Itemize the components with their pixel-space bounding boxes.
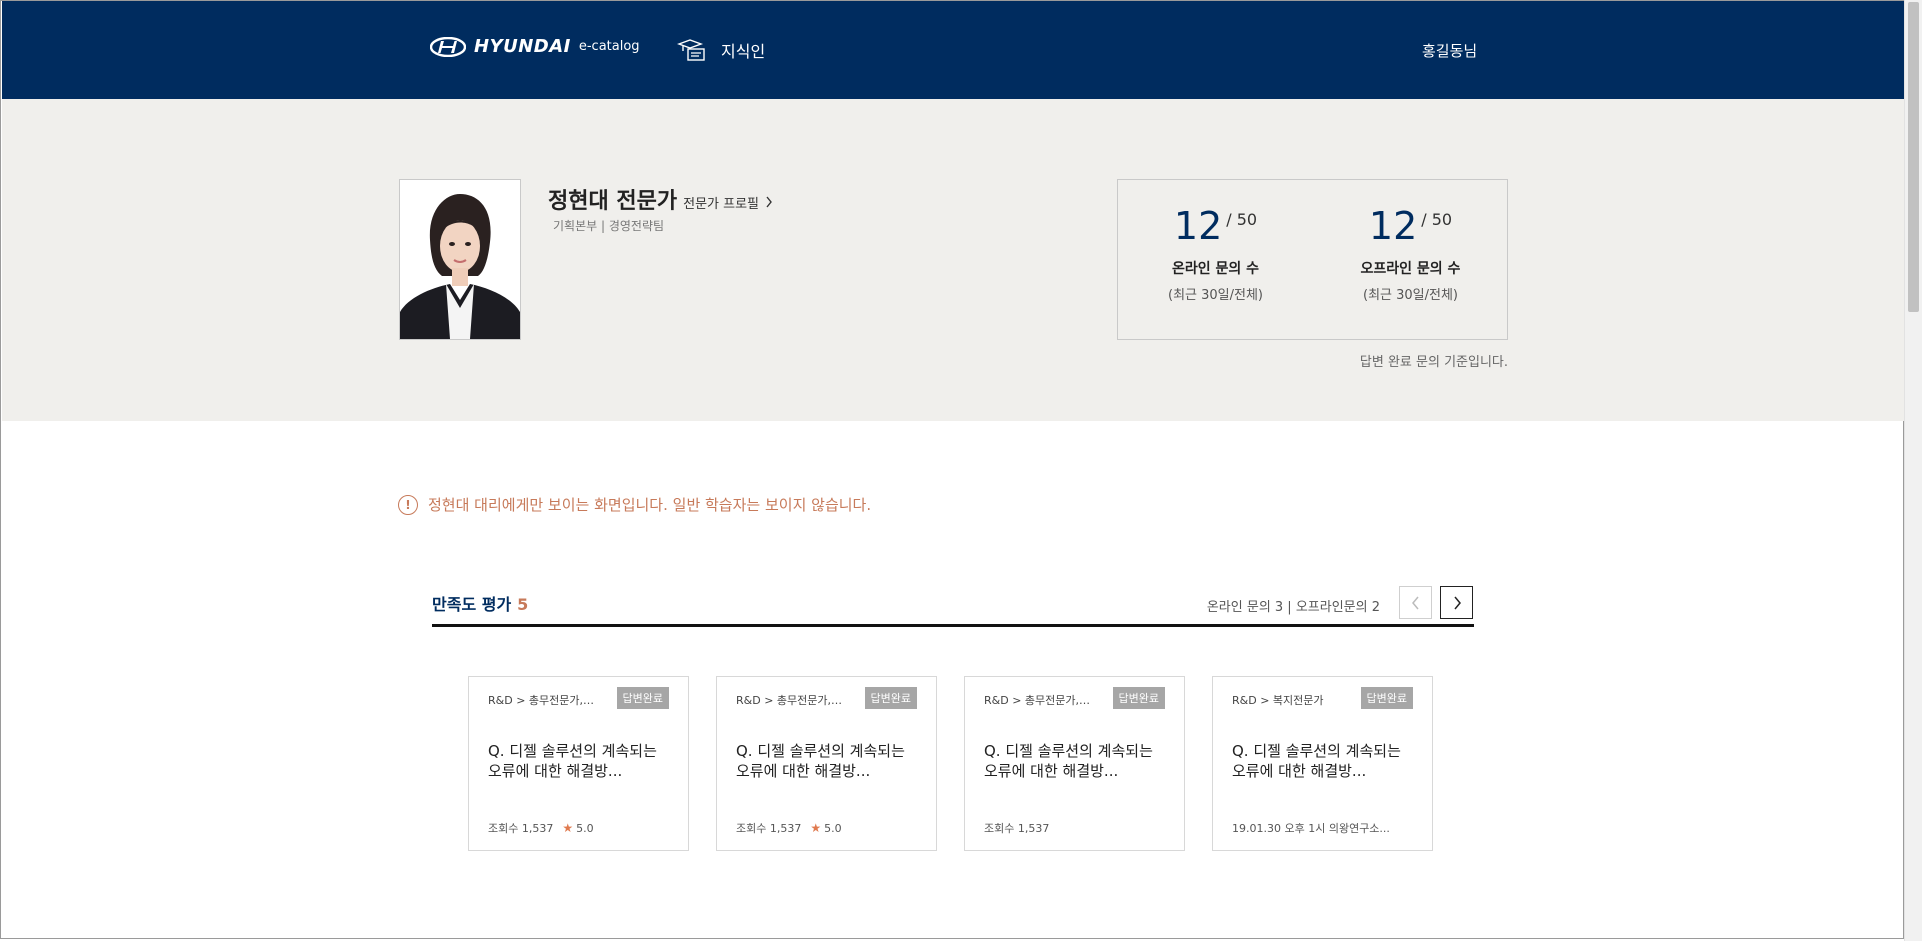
- exclamation-circle-icon: !: [398, 494, 418, 515]
- card-rating: 5.0: [824, 821, 842, 835]
- card-schedule: 19.01.30 오후 1시 의왕연구소...: [1232, 822, 1390, 835]
- offline-inquiry-count: 12: [1368, 204, 1418, 248]
- inquiry-card[interactable]: R&D > 복지전문가 답변완료 Q. 디젤 솔루션의 계속되는 오류에 대한 …: [1212, 676, 1433, 851]
- hyundai-logo-icon: [430, 36, 466, 57]
- visibility-notice: ! 정현대 대리에게만 보이는 화면입니다. 일반 학습자는 보이지 않습니다.: [398, 494, 871, 515]
- offline-inquiry-stat: 12 / 50 오프라인 문의 수 (최근 30일/전체): [1313, 180, 1508, 303]
- online-inquiry-total: / 50: [1226, 210, 1258, 229]
- offline-inquiry-total: / 50: [1421, 210, 1453, 229]
- stats-footnote: 답변 완료 문의 기준입니다.: [1359, 355, 1508, 370]
- inquiry-card[interactable]: R&D > 총무전문가,인사전문가 답변완료 Q. 디젤 솔루션의 계속되는 오…: [964, 676, 1185, 851]
- card-category: R&D > 총무전문가,인사전문가: [736, 694, 848, 707]
- expert-profile-link[interactable]: 전문가 프로필: [683, 193, 759, 212]
- brand-wordmark: HYUNDAI: [474, 36, 571, 57]
- card-footer: 19.01.30 오후 1시 의왕연구소...: [1232, 820, 1390, 836]
- expert-department: 기획본부 | 경영전략팀: [553, 219, 665, 233]
- inquiry-breakdown: 온라인 문의 3 | 오프라인문의 2: [1206, 600, 1380, 615]
- expert-photo: [399, 179, 521, 340]
- card-views: 조회수 1,537: [984, 822, 1050, 835]
- profile-banner: [2, 99, 1904, 421]
- offline-inquiry-period: (최근 30일/전체): [1363, 288, 1458, 303]
- graduation-cap-icon: [677, 39, 705, 61]
- card-question: Q. 디젤 솔루션의 계속되는 오류에 대한 해결방...: [736, 742, 905, 780]
- status-badge: 답변완료: [616, 687, 669, 709]
- expert-heading: 정현대 전문가 전문가 프로필: [548, 183, 773, 215]
- online-inquiry-period: (최근 30일/전체): [1168, 288, 1263, 303]
- status-badge: 답변완료: [864, 687, 917, 709]
- card-views: 조회수 1,537: [736, 822, 802, 835]
- card-footer: 조회수 1,537: [984, 820, 1049, 836]
- status-badge: 답변완료: [1112, 687, 1165, 709]
- offline-inquiry-label: 오프라인 문의 수: [1360, 261, 1461, 277]
- chevron-right-icon[interactable]: [765, 196, 773, 212]
- user-name[interactable]: 홍길동님: [1422, 40, 1477, 61]
- vertical-scrollbar[interactable]: [1904, 0, 1922, 941]
- nav-knowledge-in[interactable]: 지식인: [677, 38, 765, 62]
- star-icon: ★: [810, 821, 822, 835]
- section-divider: [432, 624, 1474, 627]
- card-views: 조회수 1,537: [488, 822, 554, 835]
- card-question: Q. 디젤 솔루션의 계속되는 오류에 대한 해결방...: [1232, 742, 1401, 780]
- online-inquiry-count: 12: [1173, 204, 1223, 248]
- brand-logo[interactable]: HYUNDAI e-catalog: [430, 36, 640, 57]
- card-rating: 5.0: [576, 821, 594, 835]
- card-footer: 조회수 1,537 ★ 5.0: [736, 820, 842, 836]
- satisfaction-count: 5: [517, 595, 529, 614]
- previous-page-button[interactable]: [1399, 586, 1432, 619]
- card-category: R&D > 총무전문가,인사전문가: [984, 694, 1096, 707]
- online-inquiry-label: 온라인 문의 수: [1171, 261, 1260, 277]
- status-badge: 답변완료: [1360, 687, 1413, 709]
- card-footer: 조회수 1,537 ★ 5.0: [488, 820, 594, 836]
- inquiry-card[interactable]: R&D > 총무전문가,인사전문가 답변완료 Q. 디젤 솔루션의 계속되는 오…: [716, 676, 937, 851]
- satisfaction-title-text: 만족도 평가: [432, 595, 512, 614]
- brand-subtitle: e-catalog: [578, 39, 640, 54]
- inquiry-card[interactable]: R&D > 총무전문가,인사전문가 답변완료 Q. 디젤 솔루션의 계속되는 오…: [468, 676, 689, 851]
- next-page-button[interactable]: [1440, 586, 1473, 619]
- chevron-left-icon: [1411, 596, 1419, 609]
- card-category: R&D > 복지전문가: [1232, 694, 1324, 707]
- top-navigation-bar: HYUNDAI e-catalog 지식인 홍길동님: [2, 1, 1904, 99]
- star-icon: ★: [562, 821, 574, 835]
- nav-knowledge-in-label: 지식인: [721, 42, 766, 61]
- satisfaction-section-title: 만족도 평가 5: [432, 591, 528, 615]
- inquiry-stats-panel: 12 / 50 온라인 문의 수 (최근 30일/전체) 12 / 50 오프라…: [1117, 179, 1508, 340]
- card-category: R&D > 총무전문가,인사전문가: [488, 694, 600, 707]
- chevron-right-icon: [1453, 596, 1461, 609]
- online-inquiry-stat: 12 / 50 온라인 문의 수 (최근 30일/전체): [1118, 180, 1313, 303]
- visibility-notice-text: 정현대 대리에게만 보이는 화면입니다. 일반 학습자는 보이지 않습니다.: [428, 496, 872, 514]
- expert-name: 정현대 전문가: [548, 189, 678, 214]
- scrollbar-thumb[interactable]: [1908, 2, 1919, 312]
- card-question: Q. 디젤 솔루션의 계속되는 오류에 대한 해결방...: [488, 742, 657, 780]
- card-question: Q. 디젤 솔루션의 계속되는 오류에 대한 해결방...: [984, 742, 1153, 780]
